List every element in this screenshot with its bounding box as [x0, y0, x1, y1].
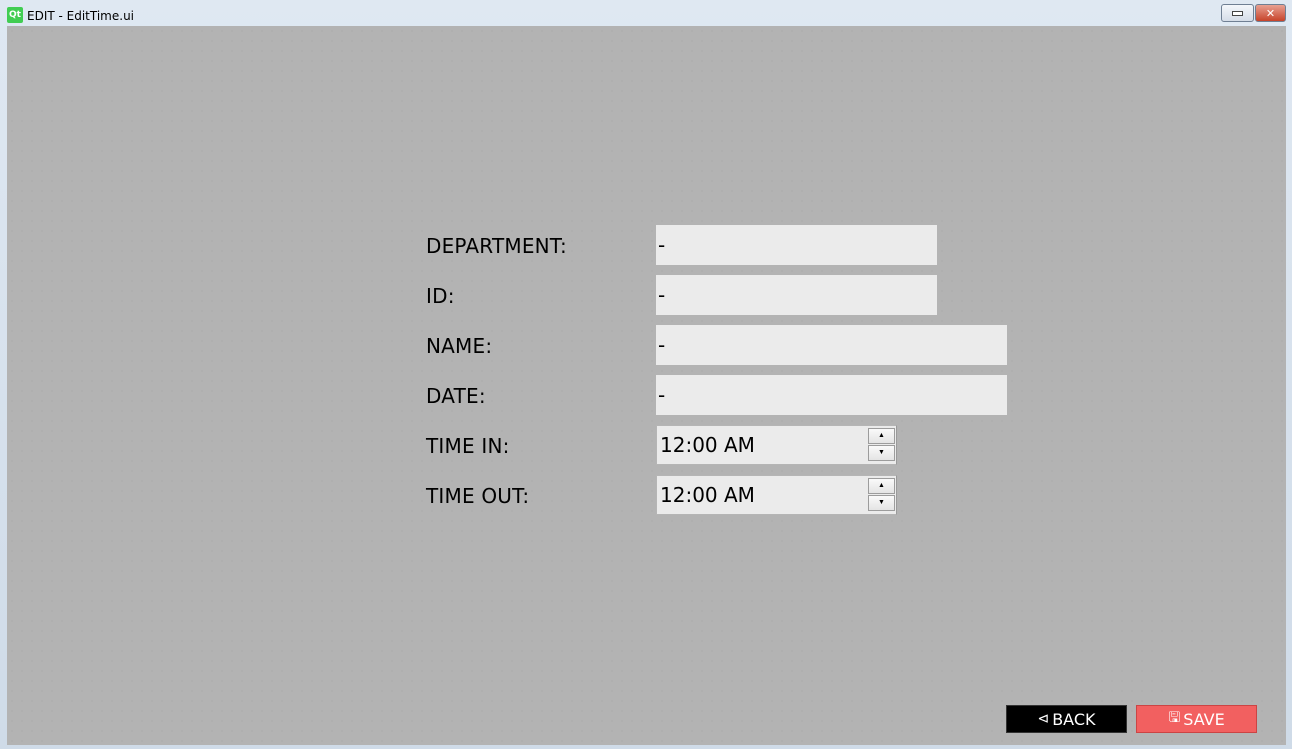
title-bar[interactable]: Qt EDIT - EditTime.ui ✕ [0, 0, 1292, 26]
back-button[interactable]: ⊲ BACK [1006, 705, 1127, 733]
department-field[interactable] [656, 225, 937, 265]
date-label: DATE: [426, 384, 486, 408]
time-out-up-arrow-icon[interactable]: ▲ [868, 478, 895, 494]
back-button-label: BACK [1052, 709, 1096, 729]
app-window: Qt EDIT - EditTime.ui ✕ DEPARTMENT: ID: … [0, 0, 1292, 749]
time-out-down-arrow-icon[interactable]: ▼ [868, 495, 895, 511]
time-in-down-arrow-icon[interactable]: ▼ [868, 445, 895, 461]
name-label: NAME: [426, 334, 493, 358]
form-canvas: DEPARTMENT: ID: NAME: DATE: TIME IN: ▲ ▼… [7, 26, 1286, 745]
time-in-label: TIME IN: [426, 434, 510, 458]
back-arrow-icon: ⊲ [1037, 711, 1050, 727]
time-out-spinbox: ▲ ▼ [656, 475, 897, 515]
time-in-spinbox: ▲ ▼ [656, 425, 897, 465]
time-out-label: TIME OUT: [426, 484, 530, 508]
date-field[interactable] [656, 375, 1007, 415]
window-title: EDIT - EditTime.ui [27, 9, 135, 23]
department-label: DEPARTMENT: [426, 234, 567, 258]
time-in-input[interactable] [660, 426, 860, 464]
id-label: ID: [426, 284, 455, 308]
id-field[interactable] [656, 275, 937, 315]
save-button-label: SAVE [1183, 709, 1225, 729]
close-button[interactable]: ✕ [1255, 4, 1286, 22]
minimize-icon [1232, 10, 1243, 16]
name-field[interactable] [656, 325, 1007, 365]
floppy-disk-icon: 🖫 [1168, 710, 1181, 726]
time-out-input[interactable] [660, 476, 860, 514]
qt-logo-icon: Qt [7, 7, 23, 23]
save-button[interactable]: 🖫 SAVE [1136, 705, 1257, 733]
minimize-button[interactable] [1221, 4, 1254, 22]
time-in-up-arrow-icon[interactable]: ▲ [868, 428, 895, 444]
close-icon: ✕ [1265, 6, 1276, 20]
